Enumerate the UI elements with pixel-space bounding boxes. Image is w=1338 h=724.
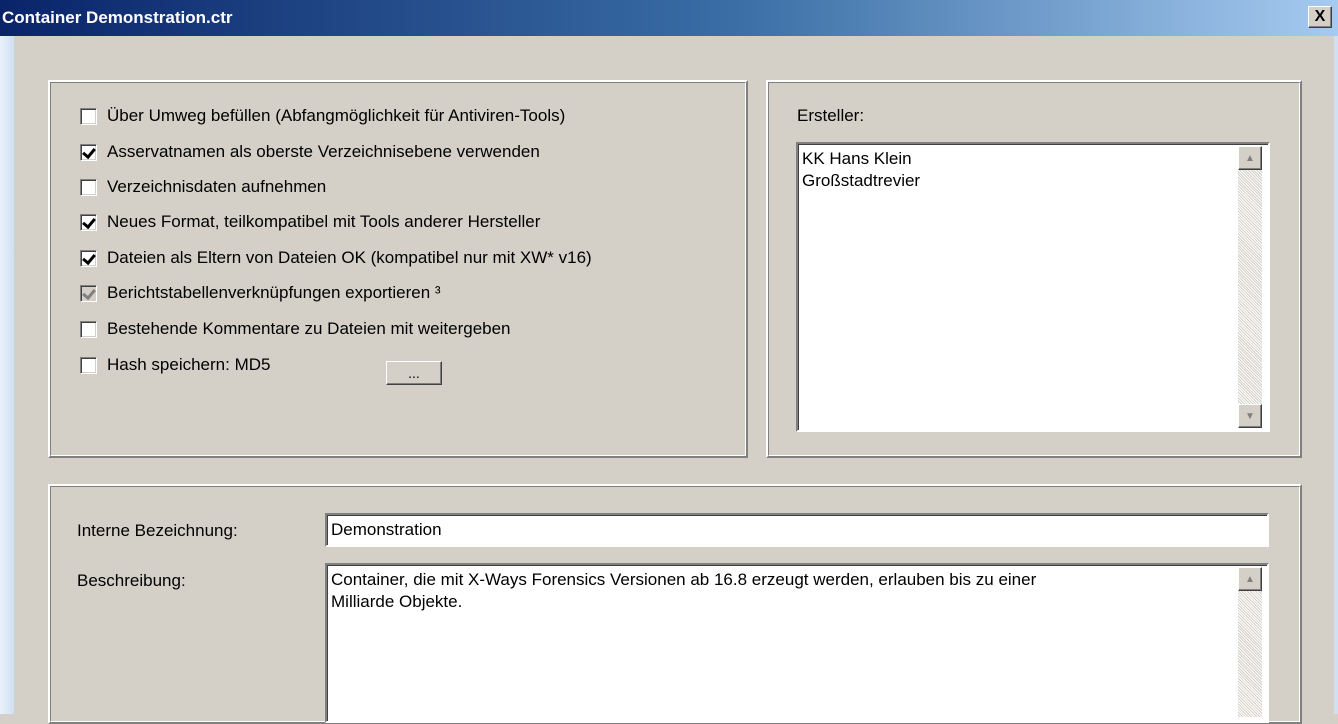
option-label: Verzeichnisdaten aufnehmen [107, 177, 327, 196]
internal-name-label: Interne Bezeichnung: [77, 521, 238, 540]
checkbox-via-detour[interactable] [80, 107, 97, 125]
window-frame-right [1334, 36, 1338, 714]
close-button[interactable]: X [1308, 6, 1332, 28]
option-evidence-names-top-level[interactable]: Asservatnamen als oberste Verzeichnisebe… [80, 140, 540, 164]
option-label: Asservatnamen als oberste Verzeichnisebe… [107, 142, 540, 161]
creator-label: Ersteller: [797, 106, 865, 125]
option-pass-on-comments[interactable]: Bestehende Kommentare zu Dateien mit wei… [80, 317, 511, 341]
hash-options-button-label: ... [408, 365, 420, 381]
checkbox-pass-on-comments[interactable] [80, 320, 97, 338]
option-include-directory-data[interactable]: Verzeichnisdaten aufnehmen [80, 175, 326, 199]
creator-scrollbar[interactable]: ▲ ▼ [1238, 146, 1262, 428]
description-label: Beschreibung: [77, 571, 186, 590]
creator-textarea[interactable]: KK Hans Klein Großstadtrevier [796, 142, 1270, 432]
option-save-hash[interactable]: Hash speichern: MD5 [80, 353, 270, 377]
option-label: Bestehende Kommentare zu Dateien mit wei… [107, 319, 511, 338]
option-files-as-parents[interactable]: Dateien als Eltern von Dateien OK (kompa… [80, 246, 592, 270]
option-new-format[interactable]: Neues Format, teilkompatibel mit Tools a… [80, 210, 540, 234]
scroll-up-button[interactable]: ▲ [1238, 146, 1262, 170]
checkbox-files-as-parents[interactable] [80, 249, 97, 267]
checkbox-new-format[interactable] [80, 213, 97, 231]
arrow-up-icon: ▲ [1245, 152, 1255, 164]
arrow-up-icon: ▲ [1245, 573, 1255, 585]
option-label: Neues Format, teilkompatibel mit Tools a… [107, 212, 541, 231]
option-label: Hash speichern: MD5 [107, 355, 271, 374]
option-label: Über Umweg befüllen (Abfangmöglichkeit f… [107, 106, 566, 125]
option-label: Berichtstabellenverknüpfungen exportiere… [107, 283, 441, 302]
option-via-detour[interactable]: Über Umweg befüllen (Abfangmöglichkeit f… [80, 104, 565, 128]
close-icon: X [1314, 8, 1326, 25]
checkbox-evidence-names-top-level[interactable] [80, 143, 97, 161]
description-textarea[interactable]: Container, die mit X-Ways Forensics Vers… [325, 563, 1269, 723]
window-title: Container Demonstration.ctr [2, 8, 233, 27]
option-export-report-table-links[interactable]: Berichtstabellenverknüpfungen exportiere… [80, 281, 441, 305]
checkbox-save-hash[interactable] [80, 356, 97, 374]
scroll-down-button[interactable]: ▼ [1238, 404, 1262, 428]
checkbox-export-report-table-links[interactable] [80, 284, 97, 302]
window-frame-left [0, 36, 14, 714]
option-label: Dateien als Eltern von Dateien OK (kompa… [107, 248, 592, 267]
arrow-down-icon: ▼ [1245, 410, 1255, 422]
description-scrollbar[interactable]: ▲ [1238, 567, 1262, 717]
title-bar[interactable]: Container Demonstration.ctr X [0, 0, 1338, 36]
internal-name-field[interactable]: Demonstration [325, 513, 1269, 547]
checkbox-include-directory-data[interactable] [80, 178, 97, 196]
hash-options-button[interactable]: ... [386, 361, 442, 385]
scroll-up-button[interactable]: ▲ [1238, 567, 1262, 591]
